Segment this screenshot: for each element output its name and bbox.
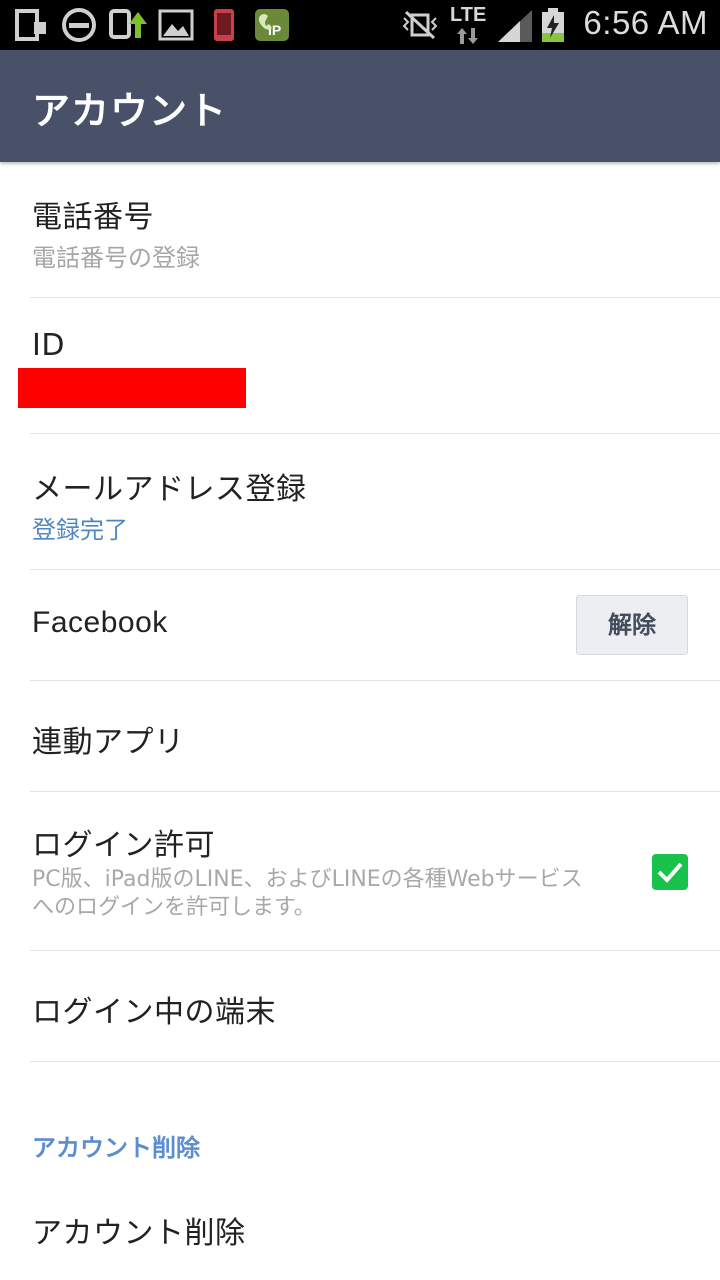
redacted-id-value: [18, 368, 246, 408]
logged-in-devices-row[interactable]: ログイン中の端末: [0, 951, 720, 1061]
status-bar: IP LTE 6:56 AM: [0, 0, 720, 50]
clock: 6:56 AM: [583, 4, 708, 41]
image-icon: [158, 9, 194, 41]
page-title: アカウント: [32, 89, 228, 133]
data-arrows-icon: [457, 28, 478, 44]
login-permission-description-line: PC版、iPad版のLINE、およびLINEの各種Webサービス: [32, 867, 583, 892]
account-deletion-title: アカウント削除: [32, 1216, 246, 1251]
id-title: ID: [32, 328, 65, 363]
login-permission-row[interactable]: ログイン許可 PC版、iPad版のLINE、およびLINEの各種Webサービス …: [0, 792, 720, 950]
linked-apps-title: 連動アプリ: [32, 725, 185, 760]
login-permission-title: ログイン許可: [32, 828, 215, 863]
do-not-disturb-icon: [62, 8, 96, 42]
battery-charging-icon: [542, 8, 564, 42]
phone-number-title: 電話番号: [32, 200, 154, 235]
login-permission-description-line: へのログインを許可します。: [32, 895, 316, 920]
email-registration-title: メールアドレス登録: [32, 472, 307, 507]
sim-icon: [15, 9, 46, 41]
divider: [30, 1061, 720, 1062]
linked-apps-row[interactable]: 連動アプリ: [0, 681, 720, 792]
app-header: アカウント: [0, 50, 720, 162]
facebook-title: Facebook: [32, 606, 168, 639]
login-permission-description: PC版、iPad版のLINE、およびLINEの各種Webサービス へのログインを…: [32, 866, 622, 922]
ip-call-icon: IP: [255, 9, 289, 41]
id-row[interactable]: ID: [0, 298, 720, 434]
vibrate-icon: [402, 10, 438, 40]
phone-icon: [214, 9, 234, 41]
svg-text:IP: IP: [268, 22, 281, 38]
logged-in-devices-title: ログイン中の端末: [32, 995, 276, 1030]
login-permission-checkbox[interactable]: [652, 854, 688, 890]
account-deletion-section-header: アカウント削除: [32, 1134, 200, 1162]
signal-icon: [498, 10, 532, 42]
account-deletion-row[interactable]: アカウント削除: [0, 1176, 720, 1280]
checkmark-icon: [657, 862, 683, 883]
network-type-label: LTE: [450, 4, 487, 26]
upload-icon: [109, 9, 147, 39]
phone-number-row[interactable]: 電話番号 電話番号の登録: [0, 162, 720, 298]
phone-number-subtitle: 電話番号の登録: [32, 244, 200, 272]
email-registration-status: 登録完了: [32, 516, 128, 544]
email-registration-row[interactable]: メールアドレス登録 登録完了: [0, 434, 720, 570]
facebook-unlink-button[interactable]: 解除: [576, 595, 688, 655]
